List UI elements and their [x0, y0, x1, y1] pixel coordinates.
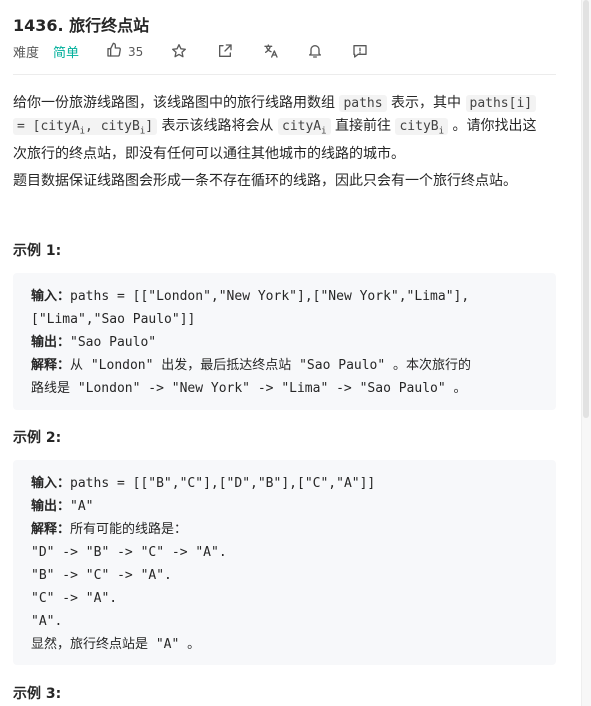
thumbs-up-icon — [106, 42, 122, 62]
comment-icon — [353, 45, 367, 58]
bell-icon — [309, 45, 321, 58]
inline-code: cityAi — [278, 118, 331, 137]
example-line: 路线是 "London" -> "New York" -> "Lima" -> … — [31, 381, 467, 396]
code-fragment: cityA — [282, 119, 322, 134]
example-line: "C" -> "A". — [31, 591, 118, 606]
description-paragraph-2: 题目数据保证线路图会形成一条不存在循环的线路，因此只会有一个旅行终点站。 — [13, 173, 517, 189]
problem-meta-bar: 难度 简单 35 — [13, 42, 558, 62]
example-3-title: 示例 3: — [13, 686, 62, 702]
code-fragment: cityB — [399, 119, 439, 134]
difficulty-label: 难度 — [13, 46, 40, 61]
inline-code: = [cityAi, cityBi] — [13, 118, 158, 137]
difficulty-badge: 简单 — [53, 46, 80, 61]
example-2-title: 示例 2: — [13, 430, 62, 446]
example-line: ["Lima","Sao Paulo"]] — [31, 312, 196, 327]
text-fragment: 。请你找出这 — [448, 118, 537, 134]
description-paragraph-1: 给你一份旅游线路图，该线路图中的旅行线路用数组 paths 表示，其中 path… — [13, 92, 558, 165]
example-1-title: 示例 1: — [13, 243, 62, 259]
input-label: 输入： — [31, 289, 71, 304]
code-subscript: i — [438, 126, 445, 137]
star-icon — [172, 44, 186, 58]
code-fragment: = [cityA — [17, 119, 80, 134]
example-line: 显然，旅行终点站是 "A" 。 — [31, 637, 201, 652]
explain-label: 解释： — [31, 522, 71, 537]
inline-code: cityBi — [395, 118, 449, 137]
input-label: 输入： — [31, 476, 71, 491]
text-fragment: 给你一份旅游线路图，该线路图中的旅行线路用数组 — [13, 95, 340, 111]
like-button[interactable]: 35 — [106, 42, 143, 62]
like-count: 35 — [128, 45, 144, 59]
example-line: "D" -> "B" -> "C" -> "A". — [31, 545, 227, 560]
text-fragment: 直接前往 — [330, 118, 396, 134]
example-line: 输出："A" — [31, 495, 538, 518]
scrollbar-thumb[interactable] — [583, 0, 589, 418]
example-line: "B" -> "C" -> "A". — [31, 568, 172, 583]
text-fragment: 次旅行的终点站，即没有任何可以通往其他城市的线路的城市。 — [13, 145, 405, 162]
explain-text: 从 "London" 出发，最后抵达终点站 "Sao Paulo" 。本次旅行的 — [70, 358, 472, 373]
example-line: 输入：paths = [["London","New York"],["New … — [31, 285, 538, 308]
translate-icon — [264, 44, 278, 58]
example-line: 输入：paths = [["B","C"],["D","B"],["C","A"… — [31, 472, 538, 495]
inline-code: paths — [339, 95, 387, 112]
problem-description: 给你一份旅游线路图，该线路图中的旅行线路用数组 paths 表示，其中 path… — [13, 92, 558, 165]
example-line: 解释：从 "London" 出发，最后抵达终点站 "Sao Paulo" 。本次… — [31, 354, 538, 377]
example-line: 输出："Sao Paulo" — [31, 331, 538, 354]
code-subscript: i — [321, 126, 327, 137]
share-icon — [219, 44, 232, 57]
example-2-block: 输入：paths = [["B","C"],["D","B"],["C","A"… — [13, 460, 556, 665]
header-divider — [13, 74, 556, 75]
output-value: "A" — [70, 499, 94, 514]
example-1-block: 输入：paths = [["London","New York"],["New … — [13, 273, 556, 410]
example-line: 解释：所有可能的线路是： — [31, 518, 538, 541]
input-value: paths = [["B","C"],["D","B"],["C","A"]] — [70, 476, 376, 491]
output-label: 输出： — [31, 499, 71, 514]
notification-button[interactable] — [306, 42, 324, 60]
output-label: 输出： — [31, 335, 71, 350]
inline-code: paths[i] — [465, 95, 537, 112]
example-line: "A". — [31, 614, 63, 629]
text-fragment: 表示，其中 — [386, 95, 466, 111]
input-value: paths = [["London","New York"],["New Yor… — [70, 289, 470, 304]
code-fragment: , cityB — [85, 119, 140, 134]
problem-title: 1436. 旅行终点站 — [13, 16, 150, 35]
code-fragment: ] — [145, 119, 154, 134]
output-value: "Sao Paulo" — [70, 335, 157, 350]
explain-text: 所有可能的线路是： — [70, 522, 188, 537]
scrollbar-track[interactable] — [581, 0, 591, 706]
feedback-button[interactable] — [351, 42, 369, 60]
share-button[interactable] — [216, 42, 234, 60]
text-fragment: 表示该线路将会从 — [157, 118, 278, 134]
translate-button[interactable] — [262, 42, 280, 60]
favorite-button[interactable] — [170, 42, 188, 60]
explain-label: 解释： — [31, 358, 71, 373]
